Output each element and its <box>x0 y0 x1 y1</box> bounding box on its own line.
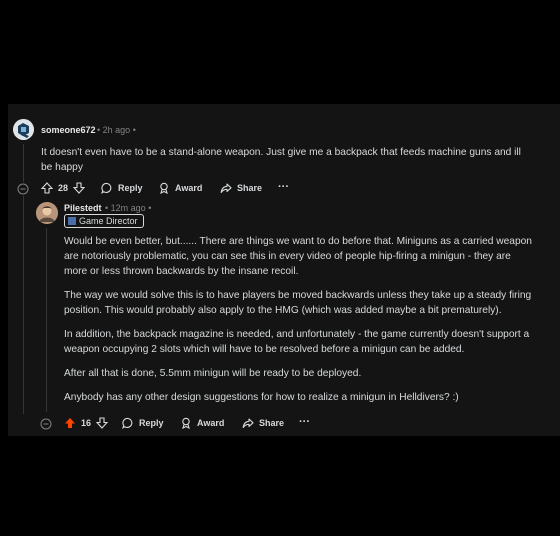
user-flair-badge: Game Director <box>64 214 144 228</box>
award-icon <box>182 417 190 429</box>
share-label: Share <box>259 418 285 428</box>
award-button[interactable]: Award <box>180 417 224 429</box>
comment-body: Would be even better, but...... There ar… <box>64 234 532 405</box>
share-button[interactable]: Share <box>242 417 284 429</box>
comment-body: It doesn't even have to be a stand-alone… <box>41 147 521 173</box>
comment-paragraph: After all that is done, 5.5mm minigun wi… <box>64 368 362 379</box>
reply-label: Reply <box>118 183 143 193</box>
comment-paragraph: Would be even better, but...... There ar… <box>64 236 532 277</box>
vote-count: 28 <box>58 183 69 193</box>
comment-paragraph: The way we would solve this is to have p… <box>64 290 532 316</box>
comment-timestamp: 12m ago <box>110 203 146 213</box>
award-icon <box>160 182 168 194</box>
reply-button[interactable]: Reply <box>122 417 164 429</box>
avatar-image <box>36 202 58 224</box>
share-label: Share <box>237 183 263 193</box>
share-icon <box>242 418 254 429</box>
more-options-button[interactable]: ··· <box>278 181 289 193</box>
reply-label: Reply <box>139 418 164 428</box>
comment-meta: • 12m ago • <box>105 203 152 213</box>
more-options-button[interactable]: ··· <box>299 416 310 428</box>
comment-paragraph: Anybody has any other design suggestions… <box>64 392 459 403</box>
parent-thread-line[interactable] <box>23 196 24 414</box>
collapse-button[interactable] <box>40 417 52 435</box>
reply-icon <box>122 417 133 429</box>
upvote-icon[interactable] <box>41 182 53 194</box>
downvote-icon[interactable] <box>96 417 109 429</box>
comment-paragraph: In addition, the backpack magazine is ne… <box>64 329 530 355</box>
more-icon: ··· <box>299 416 310 428</box>
comment-timestamp: 2h ago <box>102 125 131 135</box>
more-icon: ··· <box>278 181 289 193</box>
thread-line[interactable] <box>23 144 24 182</box>
share-button[interactable]: Share <box>220 182 262 194</box>
avatar[interactable] <box>36 202 58 224</box>
vote-bar: 28 <box>41 182 90 194</box>
flair-label: Game Director <box>79 216 138 226</box>
share-icon <box>220 183 232 194</box>
collapse-icon <box>17 183 29 195</box>
avatar[interactable] <box>13 119 34 140</box>
upvote-icon-active[interactable] <box>64 417 76 429</box>
award-label: Award <box>175 183 203 193</box>
collapse-icon <box>40 418 52 430</box>
flair-icon <box>68 217 76 225</box>
thread-line[interactable] <box>46 228 47 412</box>
award-button[interactable]: Award <box>158 182 202 194</box>
vote-bar: 16 <box>64 417 113 429</box>
reply-icon <box>101 182 112 194</box>
comment-author[interactable]: Pilestedt <box>64 203 102 213</box>
award-label: Award <box>197 418 225 428</box>
comment-author[interactable]: someone672 <box>41 125 96 135</box>
comment-meta: • 2h ago • <box>97 125 136 135</box>
reply-button[interactable]: Reply <box>101 182 143 194</box>
downvote-icon[interactable] <box>73 182 86 194</box>
vote-count: 16 <box>81 418 92 428</box>
avatar-image <box>13 119 34 140</box>
